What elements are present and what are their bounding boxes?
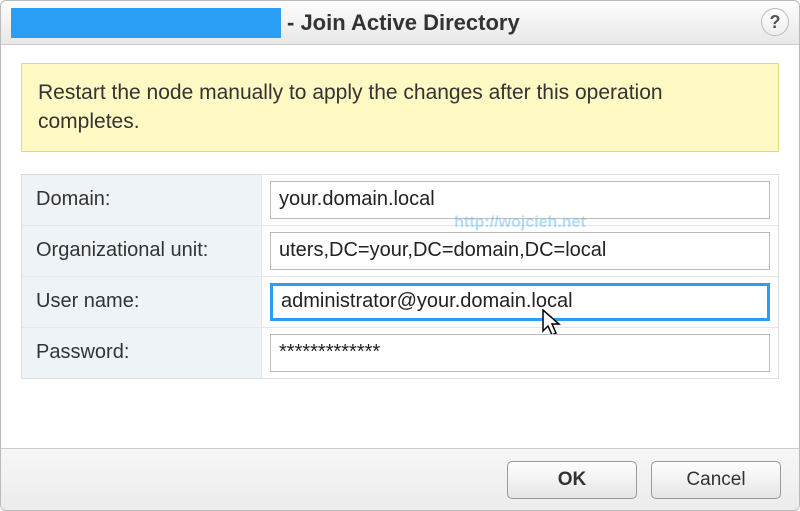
username-input[interactable] <box>270 283 770 321</box>
ou-input[interactable] <box>270 232 770 270</box>
cell-domain <box>262 175 778 225</box>
help-button[interactable]: ? <box>761 8 789 36</box>
row-ou: Organizational unit: http://wojcieh.net <box>22 226 778 277</box>
title-redacted-block <box>11 8 281 38</box>
help-icon: ? <box>770 12 781 33</box>
dialog-footer: OK Cancel <box>1 448 799 510</box>
password-input[interactable] <box>270 334 770 372</box>
label-username: User name: <box>22 277 262 327</box>
ok-button-label: OK <box>558 469 587 491</box>
join-active-directory-dialog: - Join Active Directory ? Restart the no… <box>0 0 800 511</box>
cell-ou: http://wojcieh.net <box>262 226 778 276</box>
form-table: Domain: Organizational unit: http://wojc… <box>21 174 779 379</box>
dialog-title: - Join Active Directory <box>287 10 520 36</box>
domain-input[interactable] <box>270 181 770 219</box>
dialog-titlebar: - Join Active Directory ? <box>1 1 799 45</box>
dialog-content: Restart the node manually to apply the c… <box>1 45 799 448</box>
row-domain: Domain: <box>22 175 778 226</box>
label-ou: Organizational unit: <box>22 226 262 276</box>
cancel-button[interactable]: Cancel <box>651 461 781 499</box>
ok-button[interactable]: OK <box>507 461 637 499</box>
row-password: Password: <box>22 328 778 378</box>
row-username: User name: <box>22 277 778 328</box>
cancel-button-label: Cancel <box>686 469 745 491</box>
label-domain: Domain: <box>22 175 262 225</box>
restart-notice: Restart the node manually to apply the c… <box>21 63 779 152</box>
cell-username <box>262 277 778 327</box>
label-password: Password: <box>22 328 262 378</box>
cell-password <box>262 328 778 378</box>
